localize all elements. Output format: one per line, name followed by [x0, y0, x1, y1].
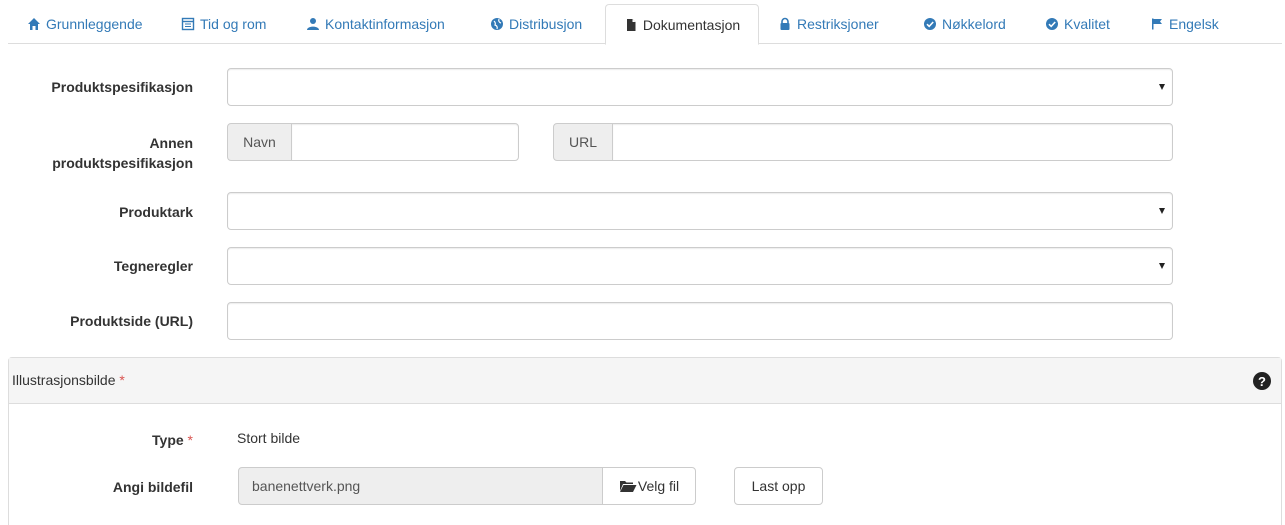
tab-label: Distribusjon	[509, 16, 583, 32]
tab-dokumentasjon[interactable]: Dokumentasjon	[605, 4, 759, 45]
tegneregler-select[interactable]	[227, 247, 1173, 285]
annen-label-line-2: produktspesifikasjon	[52, 155, 193, 171]
tab-grunnleggende[interactable]: Grunnleggende	[27, 4, 143, 44]
angi-bildefil-label: Angi bildefil	[112, 479, 193, 495]
tab-label: Kvalitet	[1064, 16, 1110, 32]
upload-button[interactable]: Last opp	[734, 467, 823, 505]
tab-restriksjoner[interactable]: Restriksjoner	[778, 4, 879, 44]
folder-open-icon	[619, 479, 637, 493]
tab-label: Nøkkelord	[942, 16, 1006, 32]
help-icon[interactable]: ?	[1253, 372, 1271, 390]
url-input[interactable]	[612, 123, 1173, 161]
panel-title: Illustrasjonsbilde *	[12, 372, 125, 388]
chevron-down-icon	[1159, 84, 1165, 90]
panel-title-text: Illustrasjonsbilde	[12, 372, 116, 388]
tab-label: Engelsk	[1169, 16, 1219, 32]
flag-icon	[1150, 17, 1164, 31]
tab-bar: Grunnleggende Tid og rom Kontaktinformas…	[0, 0, 1285, 45]
produktark-select[interactable]	[227, 192, 1173, 230]
file-name-field: banenettverk.png	[238, 467, 603, 505]
url-addon: URL	[553, 123, 613, 161]
tab-label: Restriksjoner	[797, 16, 879, 32]
check-circle-icon	[923, 17, 937, 31]
choose-file-button[interactable]: Velg fil	[602, 467, 696, 505]
produktspesifikasjon-select[interactable]	[227, 68, 1173, 106]
navn-addon: Navn	[227, 123, 292, 161]
tab-kontaktinformasjon[interactable]: Kontaktinformasjon	[306, 4, 445, 44]
tab-label: Tid og rom	[200, 16, 267, 32]
annen-produktspesifikasjon-label: Annen produktspesifikasjon	[20, 133, 193, 173]
required-marker: *	[187, 432, 193, 448]
file-name: banenettverk.png	[252, 478, 361, 494]
produktark-label: Produktark	[119, 204, 193, 220]
file-icon	[624, 18, 638, 32]
tab-tid-og-rom[interactable]: Tid og rom	[181, 4, 266, 44]
produktside-label: Produktside (URL)	[70, 313, 193, 329]
tegneregler-label: Tegneregler	[113, 258, 193, 274]
type-value: Stort bilde	[237, 430, 301, 446]
tab-kvalitet[interactable]: Kvalitet	[1045, 4, 1110, 44]
user-icon	[306, 17, 320, 31]
navn-input[interactable]	[291, 123, 519, 161]
required-marker: *	[119, 372, 125, 388]
check-circle-icon	[1045, 17, 1059, 31]
tab-nokkelord[interactable]: Nøkkelord	[923, 4, 1006, 44]
tab-label: Kontaktinformasjon	[325, 16, 445, 32]
globe-icon	[490, 17, 504, 31]
produktspesifikasjon-label: Produktspesifikasjon	[51, 79, 193, 95]
produktside-input[interactable]	[227, 302, 1173, 340]
type-label-text: Type	[152, 432, 184, 448]
tab-engelsk[interactable]: Engelsk	[1150, 4, 1219, 44]
tab-label: Grunnleggende	[46, 16, 143, 32]
chevron-down-icon	[1159, 263, 1165, 269]
chevron-down-icon	[1159, 208, 1165, 214]
tab-label: Dokumentasjon	[642, 16, 741, 33]
tab-distribusjon[interactable]: Distribusjon	[490, 4, 582, 44]
calendar-icon	[181, 17, 195, 31]
home-icon	[27, 17, 41, 31]
annen-label-line-1: Annen	[149, 135, 193, 151]
lock-icon	[778, 17, 792, 31]
panel-heading: Illustrasjonsbilde * ?	[9, 358, 1281, 404]
type-label: Type *	[20, 430, 193, 450]
choose-file-label: Velg fil	[637, 478, 680, 494]
